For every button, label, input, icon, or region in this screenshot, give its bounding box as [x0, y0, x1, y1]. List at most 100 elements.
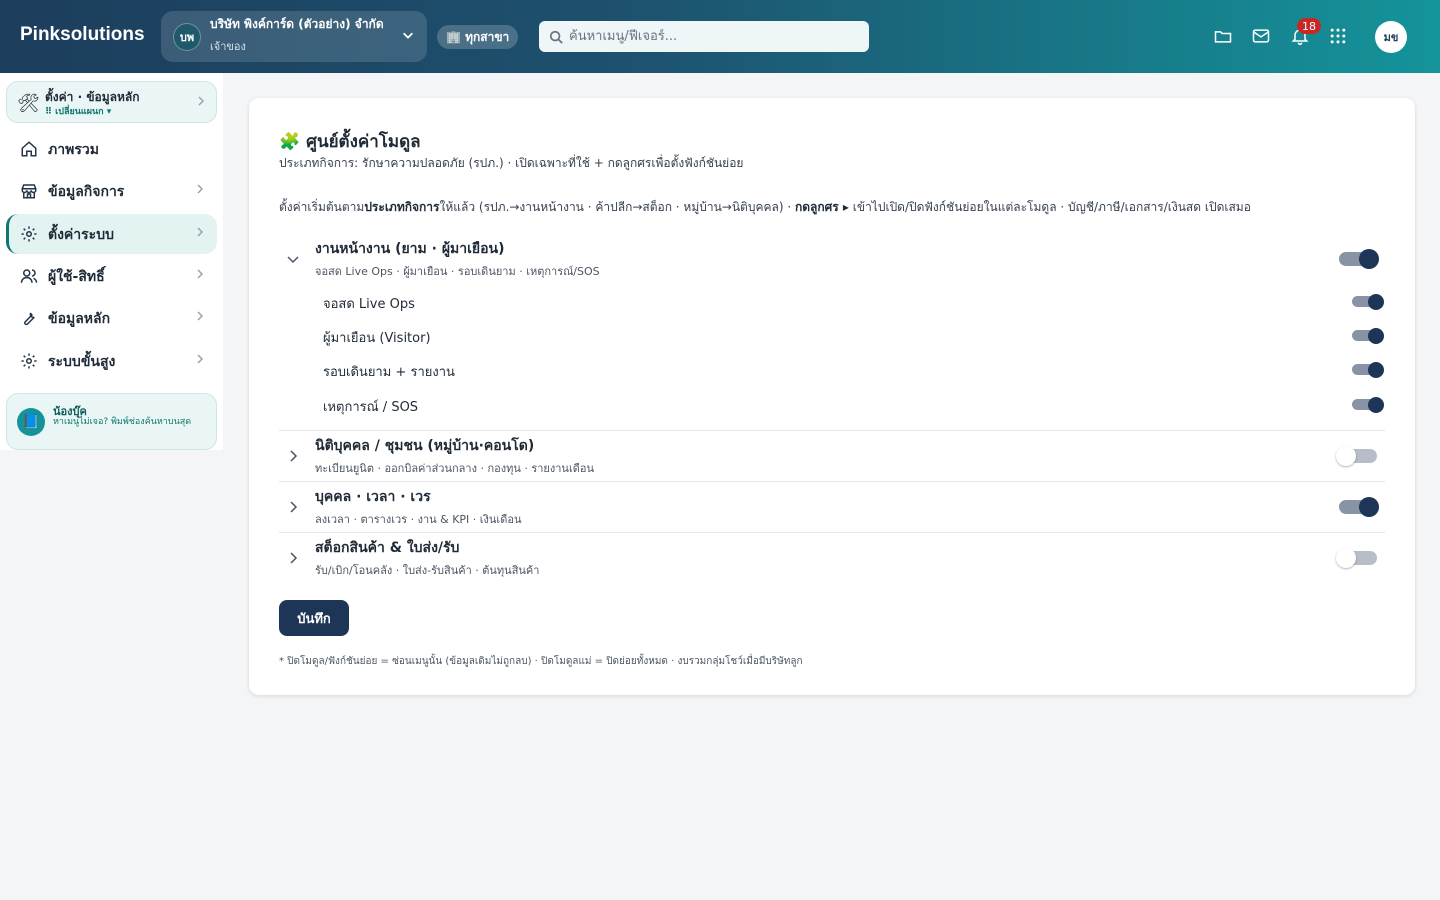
help-assistant-card[interactable]: 📘 น้องบุ๊ค หาเมนูไม่เจอ? พิมพ์ช่องค้นหาบ… [6, 393, 217, 450]
page-title-text: ศูนย์ตั้งค่าโมดูล [306, 132, 421, 152]
desc-text: เข้าไปเปิด/ปิดฟังก์ชันย่อยในแต่ละโมดูล ·… [848, 200, 1251, 214]
sidebar-item-label: ข้อมูลกิจการ [48, 184, 125, 200]
branch-selector[interactable]: 🏢 ทุกสาขา [437, 25, 519, 49]
sub-function-toggle[interactable] [1352, 361, 1384, 378]
desc-text: ให้แล้ว (รปภ.→งานหน้างาน · ค้าปลีก→สต็อก… [439, 200, 795, 214]
sidebar-section-header[interactable]: 🛠 ตั้งค่า · ข้อมูลหลัก ⠿ เปลี่ยนแผนก ▾ [6, 81, 217, 123]
module-subtitle: รับ/เบิก/โอนคลัง · ใบส่ง-รับสินค้า · ต้น… [315, 564, 540, 577]
toggle-knob [1359, 249, 1379, 269]
toggle-knob [1336, 548, 1356, 568]
sub-function-toggle[interactable] [1352, 396, 1384, 413]
puzzle-icon: 🧩 [279, 131, 301, 152]
search-box[interactable] [539, 21, 869, 52]
save-button[interactable]: บันทึก [279, 600, 349, 636]
sub-function-toggle[interactable] [1352, 327, 1384, 344]
toggle-knob [1368, 293, 1384, 310]
chevron-right-icon [198, 96, 205, 106]
module-subtitle: ลงเวลา · ตารางเวร · งาน & KPI · เงินเดือ… [315, 513, 522, 526]
sidebar-item-system-settings[interactable]: ตั้งค่าระบบ [6, 214, 217, 254]
mail-icon[interactable] [1251, 26, 1271, 46]
toggle-knob [1368, 361, 1384, 378]
module-title: นิติบุคคล / ชุมชน (หมู่บ้าน·คอนโด) [315, 438, 535, 454]
chevron-down-icon [403, 32, 413, 39]
module-subtitle: ทะเบียนยูนิต · ออกบิลค่าส่วนกลาง · กองทุ… [315, 462, 594, 475]
apps-grid-icon[interactable] [1328, 26, 1348, 46]
toggle-knob [1336, 446, 1356, 466]
sidebar-item-users-permissions[interactable]: ผู้ใช้-สิทธิ์ [6, 256, 217, 296]
module-toggle[interactable] [1336, 446, 1377, 466]
module-toggle[interactable] [1339, 497, 1379, 517]
company-role: เจ้าของ [210, 40, 246, 53]
sidebar-item-advanced[interactable]: ระบบขั้นสูง [6, 341, 217, 381]
user-avatar[interactable]: มข [1375, 21, 1407, 53]
toggle-knob [1359, 497, 1379, 517]
module-row-juristic[interactable]: นิติบุคคล / ชุมชน (หมู่บ้าน·คอนโด) ทะเบี… [279, 435, 1385, 479]
sidebar: 🛠 ตั้งค่า · ข้อมูลหลัก ⠿ เปลี่ยนแผนก ▾ ภ… [0, 73, 223, 450]
module-settings-card: 🧩 ศูนย์ตั้งค่าโมดูล ประเภทกิจการ: รักษาค… [249, 98, 1415, 695]
chevron-right-icon[interactable] [285, 499, 301, 515]
book-icon: 📘 [17, 408, 45, 436]
sub-function-label: เหตุการณ์ / SOS [323, 400, 419, 415]
company-badge: บพ [173, 23, 201, 51]
page-subtitle: ประเภทกิจการ: รักษาความปลอดภัย (รปภ.) · … [279, 156, 744, 170]
divider [279, 532, 1385, 533]
sidebar-item-label: ผู้ใช้-สิทธิ์ [48, 269, 105, 285]
branch-label: 🏢 ทุกสาขา [446, 29, 510, 44]
module-toggle[interactable] [1339, 249, 1379, 269]
sub-function-toggle[interactable] [1352, 293, 1384, 310]
page-title: 🧩 ศูนย์ตั้งค่าโมดูล [279, 128, 421, 155]
search-icon [549, 30, 563, 44]
module-subtitle: จอสด Live Ops · ผู้มาเยือน · รอบเดินยาม … [315, 265, 600, 278]
sidebar-item-label: ข้อมูลหลัก [48, 311, 111, 327]
chevron-right-icon[interactable] [285, 550, 301, 566]
module-title: บุคคล · เวลา · เวร [315, 489, 431, 505]
sub-function-label: ผู้มาเยือน (Visitor) [323, 331, 431, 346]
chevron-right-icon [197, 269, 204, 279]
desc-bold: ประเภทกิจการ [364, 200, 440, 214]
divider [279, 430, 1385, 431]
desc-bold: กดลูกศร ▸ [795, 200, 849, 214]
chevron-right-icon [197, 311, 204, 321]
sub-function-label: รอบเดินยาม + รายงาน [323, 365, 455, 380]
module-title: สต็อกสินค้า & ใบส่ง/รับ [315, 540, 460, 556]
home-icon [21, 141, 37, 157]
store-icon [21, 184, 37, 199]
chevron-right-icon[interactable] [285, 448, 301, 464]
top-bar: Pinksolutions บพ บริษัท พิงค์การ์ด (ตัวอ… [0, 0, 1440, 73]
sidebar-item-master-data[interactable]: ข้อมูลหลัก [6, 298, 217, 338]
users-icon [20, 269, 38, 283]
footnote: * ปิดโมดูล/ฟังก์ชันย่อย = ซ่อนเมนูนั้น (… [279, 656, 803, 667]
sub-function-label: จอสด Live Ops [323, 297, 415, 312]
module-toggle[interactable] [1336, 548, 1377, 568]
sidebar-item-overview[interactable]: ภาพรวม [6, 129, 217, 169]
wrench-icon [24, 312, 35, 326]
toggle-knob [1368, 327, 1384, 344]
module-row-inventory[interactable]: สต็อกสินค้า & ใบส่ง/รับ รับ/เบิก/โอนคลัง… [279, 537, 1385, 581]
chevron-right-icon [197, 227, 204, 237]
sidebar-item-label: ระบบขั้นสูง [48, 354, 116, 370]
sidebar-item-business-info[interactable]: ข้อมูลกิจการ [6, 171, 217, 211]
notification-count-badge: 18 [1297, 18, 1321, 34]
tools-icon: 🛠 [17, 93, 40, 114]
desc-text: ตั้งค่าเริ่มต้นตาม [279, 200, 365, 214]
module-title: งานหน้างาน (ยาม · ผู้มาเยือน) [315, 241, 505, 257]
toggle-knob [1368, 396, 1384, 413]
sidebar-item-label: ตั้งค่าระบบ [48, 227, 114, 243]
gear-icon [21, 353, 37, 369]
search-input[interactable] [569, 29, 859, 44]
brand-logo[interactable]: Pinksolutions [20, 24, 145, 46]
divider [279, 481, 1385, 482]
chevron-right-icon [197, 184, 204, 194]
gear-icon [21, 226, 37, 242]
company-name: บริษัท พิงค์การ์ด (ตัวอย่าง) จำกัด [210, 17, 384, 31]
assistant-hint: หาเมนูไม่เจอ? พิมพ์ช่องค้นหาบนสุด [53, 417, 192, 427]
chevron-down-icon[interactable] [285, 251, 301, 267]
module-row-personnel[interactable]: บุคคล · เวลา · เวร ลงเวลา · ตารางเวร · ง… [279, 486, 1385, 530]
page-description: ตั้งค่าเริ่มต้นตามประเภทกิจการให้แล้ว (ร… [279, 198, 1251, 217]
module-row-onsite[interactable]: งานหน้างาน (ยาม · ผู้มาเยือน) จอสด Live … [279, 238, 1385, 282]
folder-icon[interactable] [1213, 26, 1233, 46]
change-department-link[interactable]: ⠿ เปลี่ยนแผนก ▾ [45, 104, 111, 118]
chevron-right-icon [197, 354, 204, 364]
company-switcher[interactable]: บพ บริษัท พิงค์การ์ด (ตัวอย่าง) จำกัด เจ… [161, 11, 427, 62]
sidebar-item-label: ภาพรวม [48, 142, 99, 158]
